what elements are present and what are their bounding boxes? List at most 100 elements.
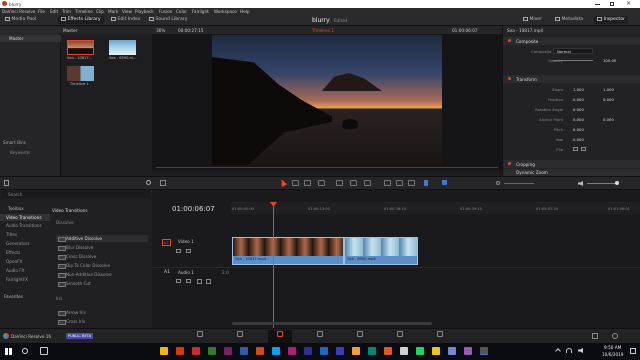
menu-item[interactable]: Clip [96, 9, 104, 14]
taskbar-app-icon[interactable] [448, 347, 456, 355]
menu-item[interactable]: Edit [50, 9, 58, 14]
flip-vertical-icon[interactable] [581, 147, 586, 151]
zoom-x-value[interactable]: 1.000 [573, 87, 584, 92]
playhead[interactable] [273, 202, 274, 328]
timeline-clip[interactable]: Sea - 10817.mp4 [232, 237, 344, 265]
selection-tool-icon[interactable] [278, 178, 288, 187]
taskbar-app-icon[interactable] [416, 347, 424, 355]
taskbar-app-icon[interactable] [272, 347, 280, 355]
taskbar-app-icon[interactable] [464, 347, 472, 355]
mute-button[interactable] [197, 279, 202, 284]
lock-track-icon[interactable] [176, 249, 181, 253]
timeline-scrollbar[interactable] [232, 322, 432, 325]
taskbar-app-icon-resolve[interactable] [480, 347, 488, 355]
taskbar-app-icon[interactable] [304, 347, 312, 355]
zoom-y-value[interactable]: 1.000 [603, 87, 614, 92]
taskbar-app-icon[interactable] [384, 347, 392, 355]
taskbar-app-icon[interactable] [224, 347, 232, 355]
wifi-icon[interactable] [566, 348, 572, 353]
taskbar-app-icon[interactable] [400, 347, 408, 355]
menu-item[interactable]: Fairlight [192, 9, 209, 14]
auto-select-icon[interactable] [186, 279, 191, 283]
opacity-value[interactable]: 100.00 [603, 58, 616, 63]
blade-tool-icon[interactable] [318, 180, 325, 186]
cropping-section-header[interactable]: Cropping [503, 160, 640, 168]
zoom-slider[interactable] [504, 183, 534, 184]
v1-badge[interactable]: V1 [162, 239, 172, 246]
insert-clip-icon[interactable] [336, 180, 343, 186]
anchor-y-value[interactable]: 0.000 [603, 117, 614, 122]
taskbar-app-icon[interactable] [352, 347, 360, 355]
page-tab-cut[interactable]: Cut [228, 330, 252, 353]
timeline-ruler[interactable] [230, 202, 640, 214]
transform-section-header[interactable]: Transform [503, 75, 640, 83]
favorites-label[interactable]: Favorites [4, 294, 23, 299]
master-bin[interactable]: Master [0, 35, 61, 42]
zoom-level[interactable]: 36% [156, 28, 165, 33]
search-icon[interactable] [146, 180, 151, 185]
enable-toggle-icon[interactable] [508, 39, 511, 42]
transition-cross-dissolve[interactable]: Cross Dissolve [56, 253, 148, 260]
menu-item[interactable]: View [122, 9, 132, 14]
tray-chevron-icon[interactable] [555, 348, 561, 354]
page-tab-fairlight[interactable]: Fairlight [388, 330, 412, 353]
taskbar-app-icon[interactable] [320, 347, 328, 355]
dynamic-trim-icon[interactable] [304, 180, 311, 186]
anchor-x-value[interactable]: 0.000 [573, 117, 584, 122]
transition-blur-dissolve[interactable]: Blur Dissolve [56, 244, 148, 251]
keywords-bin[interactable]: Keywords [10, 150, 30, 155]
taskbar-app-icon[interactable] [160, 347, 168, 355]
taskbar-app-icon[interactable] [432, 347, 440, 355]
toolbox-label[interactable]: Toolbox [8, 206, 24, 211]
menu-item[interactable]: Help [240, 9, 250, 14]
menu-item[interactable]: Playback [135, 9, 154, 14]
taskbar-app-icon[interactable] [336, 347, 344, 355]
metadata-button[interactable]: Metadata [552, 16, 586, 24]
windows-start-icon[interactable] [5, 348, 12, 355]
media-clip-thumbnail[interactable]: Sea - 10817... [67, 40, 94, 62]
solo-button[interactable] [206, 279, 211, 284]
overwrite-clip-icon[interactable] [350, 180, 357, 186]
scrubber-bar[interactable] [156, 167, 498, 168]
task-view-icon[interactable] [40, 347, 48, 355]
a1-badge[interactable]: A1 [164, 270, 170, 275]
menu-item[interactable]: Mark [108, 9, 118, 14]
flip-horizontal-icon[interactable] [573, 147, 578, 151]
enable-toggle-icon[interactable] [508, 162, 511, 165]
marker-icon[interactable] [442, 180, 447, 185]
yaw-value[interactable]: 0.000 [573, 137, 584, 142]
close-icon[interactable]: × [626, 0, 631, 7]
minimize-icon[interactable] [595, 3, 600, 5]
taskbar-app-icon[interactable] [288, 347, 296, 355]
transition-additive-dissolve[interactable]: Additive Dissolve [56, 235, 148, 242]
flag-icon[interactable] [424, 180, 428, 186]
taskbar-app-icon[interactable] [368, 347, 376, 355]
category-video-transitions[interactable]: Video Transitions [0, 214, 50, 221]
menu-item[interactable]: File [38, 9, 45, 14]
composite-section-header[interactable]: Composite [503, 37, 640, 45]
settings-gear-icon[interactable] [612, 333, 618, 339]
speaker-icon[interactable] [578, 181, 583, 186]
dynamic-zoom-section-header[interactable]: Dynamic Zoom [503, 169, 640, 176]
menu-item[interactable]: Color [176, 9, 187, 14]
category-generators[interactable]: Generators [0, 240, 50, 247]
position-lock-icon[interactable] [408, 180, 415, 186]
menu-item[interactable]: DaVinci Resolve [2, 9, 35, 14]
mixer-button[interactable]: Mixer [520, 16, 545, 24]
linked-selection-icon[interactable] [396, 180, 403, 186]
taskbar-app-icon[interactable] [256, 347, 264, 355]
page-tab-media[interactable]: Media [188, 330, 212, 353]
notifications-icon[interactable] [630, 348, 636, 354]
category-fairlight-fx[interactable]: FairlightFX [0, 276, 50, 283]
category-audio-fx[interactable]: Audio FX [0, 267, 50, 274]
timeline-thumbnail[interactable]: Timeline 1 [67, 66, 94, 88]
taskbar-app-icon[interactable] [176, 347, 184, 355]
enable-toggle-icon[interactable] [508, 77, 511, 80]
lock-track-icon[interactable] [176, 279, 181, 283]
transition-dip-to-color-dissolve[interactable]: Dip To Color Dissolve [56, 262, 148, 269]
rotation-value[interactable]: 0.000 [573, 107, 584, 112]
edit-index-button[interactable]: Edit Index [108, 16, 143, 24]
search-icon[interactable] [22, 348, 28, 354]
maximize-icon[interactable] [610, 1, 614, 6]
position-y-value[interactable]: 0.000 [603, 97, 614, 102]
